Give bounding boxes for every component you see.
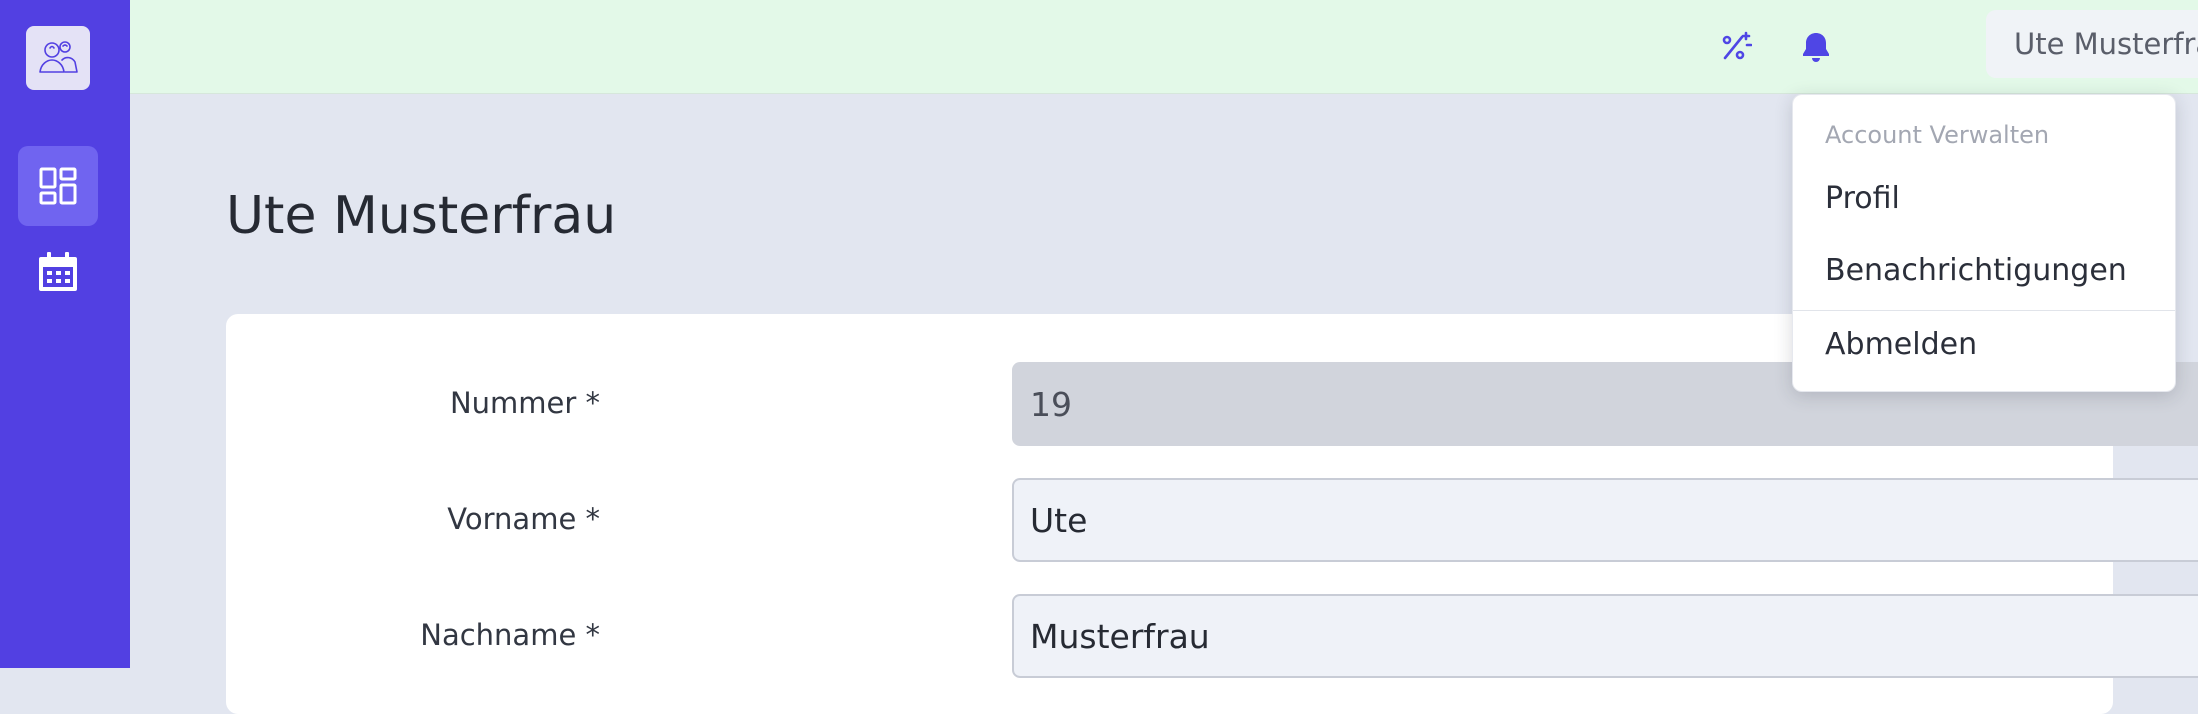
dashboard-icon [39, 167, 77, 205]
calendar-icon [39, 252, 77, 291]
menu-item-benachrichtigungen[interactable]: Benachrichtigungen [1825, 253, 2127, 288]
vorname-field[interactable] [1012, 478, 2198, 562]
menu-item-profil[interactable]: Profil [1825, 181, 1900, 216]
vorname-label: Vorname * [447, 502, 600, 536]
user-menu-header: Account Verwalten [1825, 121, 2050, 149]
sidebar [0, 0, 130, 668]
user-group-icon [39, 41, 78, 73]
user-menu-dropdown: Account Verwalten Profil Benachrichtigun… [1792, 94, 2176, 392]
nachname-field[interactable] [1012, 594, 2198, 678]
page-title: Ute Musterfrau [226, 186, 617, 246]
sidebar-item-calendar[interactable] [18, 232, 98, 312]
user-name: Ute Musterfrau [2014, 27, 2198, 61]
user-menu-button[interactable]: Ute Musterfrau [1986, 10, 2198, 78]
menu-divider [1793, 310, 2175, 311]
app-logo[interactable] [26, 26, 90, 90]
topbar: Ute Musterfrau [130, 0, 2198, 94]
notifications-button[interactable] [1794, 25, 1838, 69]
promo-button[interactable] [1714, 25, 1758, 69]
bell-icon [1803, 33, 1829, 62]
nachname-label: Nachname * [420, 618, 600, 652]
percent-sparkle-icon [1722, 31, 1752, 60]
sidebar-item-dashboard[interactable] [18, 146, 98, 226]
menu-item-abmelden[interactable]: Abmelden [1825, 327, 1977, 362]
nummer-label: Nummer * [449, 386, 600, 420]
